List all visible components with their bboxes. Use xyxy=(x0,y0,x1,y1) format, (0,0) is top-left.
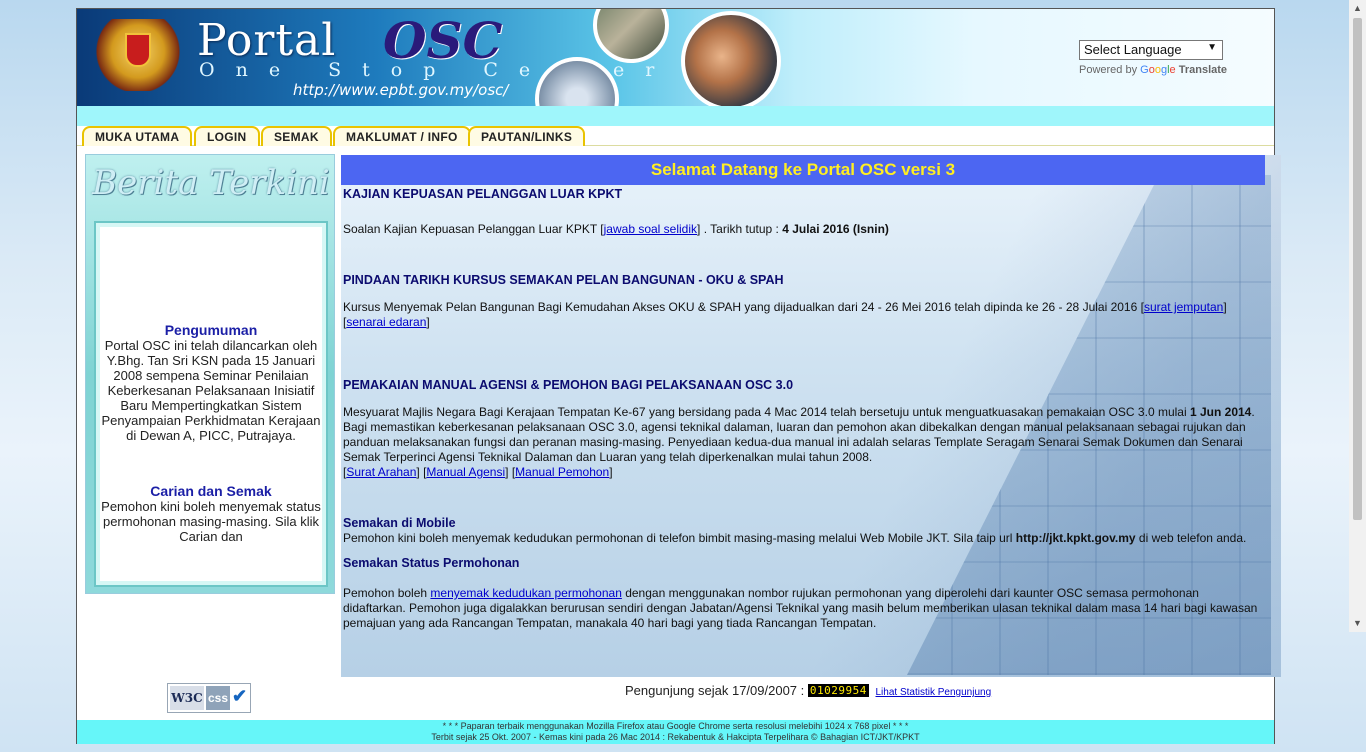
footer-line-2: Terbit sejak 25 Okt. 2007 - Kemas kini p… xyxy=(431,732,920,742)
text: ] xyxy=(426,315,430,329)
section-text: Soalan Kajian Kepuasan Pelanggan Luar KP… xyxy=(343,222,1263,237)
scrollbar-thumb[interactable] xyxy=(1353,18,1362,520)
translate-label: Translate xyxy=(1178,64,1228,76)
tab-semak[interactable]: SEMAK xyxy=(261,126,332,146)
manual-agensi-link[interactable]: Manual Agensi xyxy=(426,465,505,479)
news-ticker[interactable]: Pengumuman Portal OSC ini telah dilancar… xyxy=(94,221,328,587)
news-heading: Carian dan Semak xyxy=(150,483,272,499)
page-scrollbar[interactable]: ▲ ▼ xyxy=(1349,0,1366,632)
surat-arahan-link[interactable]: Surat Arahan xyxy=(346,465,416,479)
main-content: Selamat Datang ke Portal OSC versi 3 KAJ… xyxy=(341,155,1281,677)
tab-pautan-links[interactable]: PAUTAN/LINKS xyxy=(468,126,586,146)
section-heading: PINDAAN TARIKH KURSUS SEMAKAN PELAN BANG… xyxy=(343,273,784,287)
bold-text: 4 Julai 2016 (Isnin) xyxy=(782,222,889,236)
text: di web telefon anda. xyxy=(1135,531,1247,545)
checkmark-icon: ✔ xyxy=(232,686,248,706)
section-heading: KAJIAN KEPUASAN PELANGGAN LUAR KPKT xyxy=(343,187,623,201)
header-divider-strip xyxy=(77,106,1274,126)
text: Mesyuarat Majlis Negara Bagi Kerajaan Te… xyxy=(343,405,1190,419)
site-header: Portal OSC One Stop Center http://www.ep… xyxy=(77,9,1274,106)
powered-by-google: Powered by Google Translate xyxy=(1079,64,1227,76)
text: Kursus Menyemak Pelan Bangunan Bagi Kemu… xyxy=(343,300,1144,314)
manual-pemohon-link[interactable]: Manual Pemohon xyxy=(515,465,609,479)
news-scroll-content: Pengumuman Portal OSC ini telah dilancar… xyxy=(100,322,322,544)
text: Pemohon kini boleh menyemak kedudukan pe… xyxy=(343,531,1016,545)
scroll-down-arrow-icon[interactable]: ▼ xyxy=(1349,615,1366,632)
powered-by-label: Powered by xyxy=(1079,64,1138,76)
tab-muka-utama[interactable]: MUKA UTAMA xyxy=(82,126,193,146)
visitor-counter: Pengunjung sejak 17/09/2007 : 01029954 L… xyxy=(625,683,991,698)
scroll-up-arrow-icon[interactable]: ▲ xyxy=(1349,0,1366,17)
text: ] . Tarikh tutup : xyxy=(697,222,783,236)
section-text: Mesyuarat Majlis Negara Bagi Kerajaan Te… xyxy=(343,405,1255,479)
w3c-logo: W3C xyxy=(170,686,204,710)
dropdown-arrow-icon: ▼ xyxy=(1207,42,1217,53)
footer-line-1: * * * Paparan terbaik menggunakan Mozill… xyxy=(442,721,909,731)
senarai-edaran-link[interactable]: senarai edaran xyxy=(346,315,426,329)
page-frame: Portal OSC One Stop Center http://www.ep… xyxy=(76,8,1281,744)
tab-login[interactable]: LOGIN xyxy=(194,126,260,146)
section-text: Pemohon kini boleh menyemak kedudukan pe… xyxy=(343,531,1263,546)
section-heading: Semakan Status Permohonan xyxy=(343,556,520,570)
google-translate-widget: Select Language ▼ Powered by Google Tran… xyxy=(1079,40,1227,76)
tab-maklumat-info[interactable]: MAKLUMAT / INFO xyxy=(333,126,471,146)
google-letter: G xyxy=(1140,64,1149,76)
nav-tabs: MUKA UTAMA LOGIN SEMAK MAKLUMAT / INFO P… xyxy=(77,126,1274,146)
site-footer: * * * Paparan terbaik menggunakan Mozill… xyxy=(77,720,1274,744)
google-letter: e xyxy=(1169,64,1176,76)
w3c-css-badge[interactable]: W3C css ✔ xyxy=(167,683,251,713)
visitor-count: 01029954 xyxy=(807,684,869,697)
surat-jemputan-link[interactable]: surat jemputan xyxy=(1144,300,1223,314)
header-photo-building xyxy=(593,9,669,63)
google-logo[interactable]: Google xyxy=(1140,64,1176,76)
sidebar-title: Berita Terkini xyxy=(92,163,330,203)
section-text: Kursus Menyemak Pelan Bangunan Bagi Kemu… xyxy=(343,300,1263,330)
news-sidebar: Berita Terkini Pengumuman Portal OSC ini… xyxy=(85,154,335,594)
text: Pemohon boleh xyxy=(343,586,431,600)
welcome-title: Selamat Datang ke Portal OSC versi 3 xyxy=(341,155,1265,185)
malaysia-crest-logo xyxy=(95,19,181,91)
section-heading: PEMAKAIAN MANUAL AGENSI & PEMOHON BAGI P… xyxy=(343,378,794,392)
bold-text: http://jkt.kpkt.gov.my xyxy=(1015,531,1136,545)
language-select-value: Select Language xyxy=(1084,42,1182,57)
text: Soalan Kajian Kepuasan Pelanggan Luar KP… xyxy=(343,222,604,236)
crest-shield xyxy=(125,33,151,67)
menyemak-kedudukan-permohonan-link[interactable]: menyemak kedudukan permohonan xyxy=(430,586,621,600)
news-text: Portal OSC ini telah dilancarkan oleh Y.… xyxy=(101,338,321,443)
header-photo-keyboard xyxy=(681,11,781,106)
bold-text: 1 Jun 2014 xyxy=(1189,405,1252,419)
language-select[interactable]: Select Language ▼ xyxy=(1079,40,1223,60)
jawab-soal-selidik-link[interactable]: jawab soal selidik xyxy=(604,222,697,236)
announcements: KAJIAN KEPUASAN PELANGGAN LUAR KPKT Soal… xyxy=(343,187,1263,631)
news-text: Pemohon kini boleh menyemak status permo… xyxy=(101,499,321,544)
css-label: css xyxy=(206,686,230,710)
visitor-label: Pengunjung sejak 17/09/2007 : xyxy=(625,683,805,698)
section-heading: Semakan di Mobile xyxy=(343,516,456,530)
news-gap xyxy=(100,443,322,483)
section-text: Pemohon boleh menyemak kedudukan permoho… xyxy=(343,586,1263,631)
logo-url: http://www.epbt.gov.my/osc/ xyxy=(293,81,509,99)
news-heading: Pengumuman xyxy=(164,322,258,338)
visitor-stats-link[interactable]: Lihat Statistik Pengunjung xyxy=(876,687,992,698)
